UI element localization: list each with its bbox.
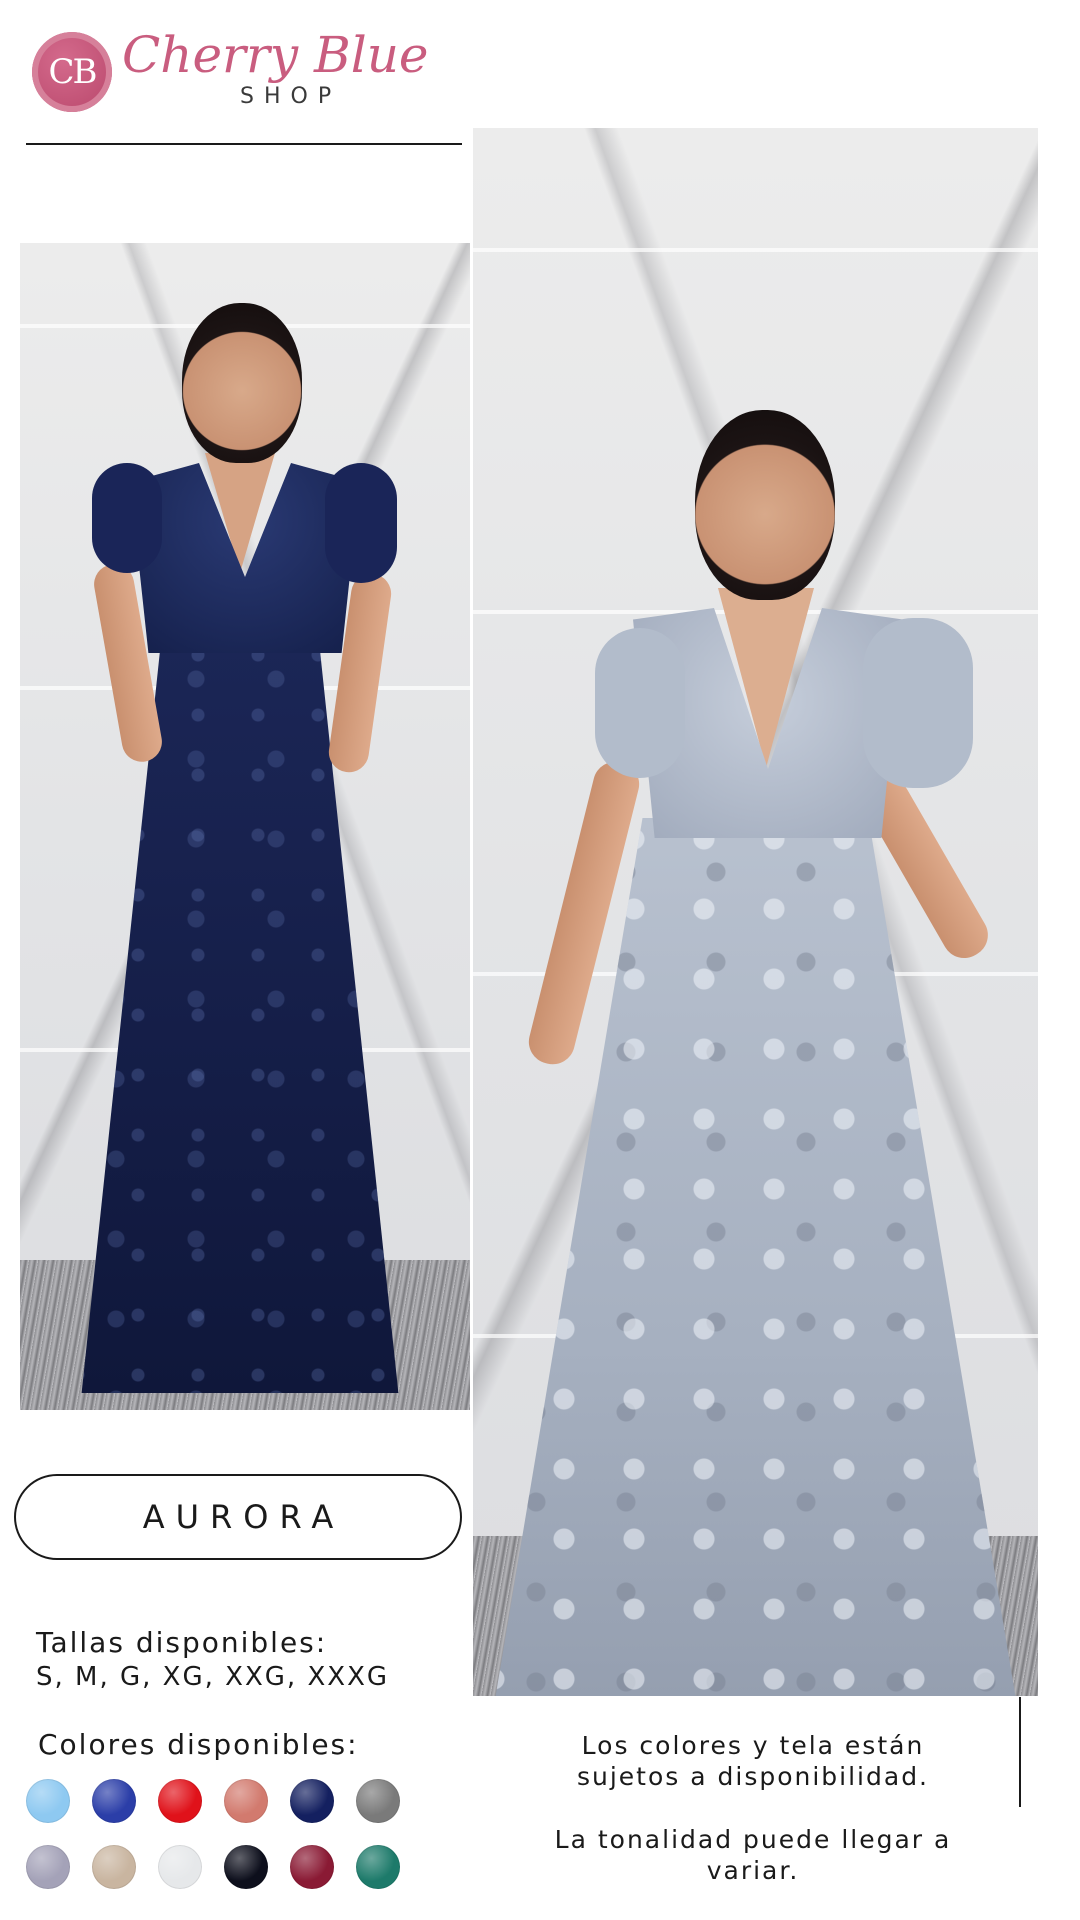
- gown-sleeve: [92, 463, 162, 573]
- silver-blue-dress-photo: [473, 128, 1038, 1696]
- navy-dress-photo: [20, 243, 470, 1410]
- product-name-pill: AURORA: [14, 1474, 462, 1560]
- model-head: [182, 303, 302, 463]
- swatch-white-marble[interactable]: [158, 1845, 202, 1889]
- swatch-coral-stripe[interactable]: [224, 1779, 268, 1823]
- swatch-navy[interactable]: [290, 1779, 334, 1823]
- model-figure: [473, 278, 1038, 1696]
- swatch-black[interactable]: [224, 1845, 268, 1889]
- header-divider: [26, 143, 462, 145]
- sizes-heading: Tallas disponibles:: [36, 1626, 328, 1659]
- brand-badge: CB: [32, 32, 112, 112]
- swatch-gray[interactable]: [356, 1779, 400, 1823]
- availability-notes: Los colores y tela están sujetos a dispo…: [528, 1730, 978, 1886]
- gown-sleeve: [863, 618, 973, 788]
- availability-note: Los colores y tela están sujetos a dispo…: [576, 1731, 930, 1791]
- gown-sleeve: [325, 463, 397, 583]
- model-figure: [50, 263, 440, 1393]
- gown-sleeve: [595, 628, 685, 778]
- swatch-red[interactable]: [158, 1779, 202, 1823]
- sizes-list: S, M, G, XG, XXG, XXXG: [36, 1662, 390, 1692]
- swatch-emerald[interactable]: [356, 1845, 400, 1889]
- swatch-royal-blue-sequin[interactable]: [92, 1779, 136, 1823]
- swatch-light-blue[interactable]: [26, 1779, 70, 1823]
- product-name: AURORA: [142, 1498, 345, 1536]
- swatch-champagne-marble[interactable]: [92, 1845, 136, 1889]
- brand-name: Cherry Blue: [122, 26, 429, 84]
- tone-note: La tonalidad puede llegar a variar.: [554, 1825, 952, 1885]
- colors-heading: Colores disponibles:: [38, 1728, 359, 1761]
- swatch-burgundy[interactable]: [290, 1845, 334, 1889]
- swatch-lavender-marble[interactable]: [26, 1845, 70, 1889]
- model-head: [695, 410, 835, 600]
- notes-divider: [1019, 1697, 1021, 1807]
- brand-subtitle: SHOP: [240, 84, 342, 109]
